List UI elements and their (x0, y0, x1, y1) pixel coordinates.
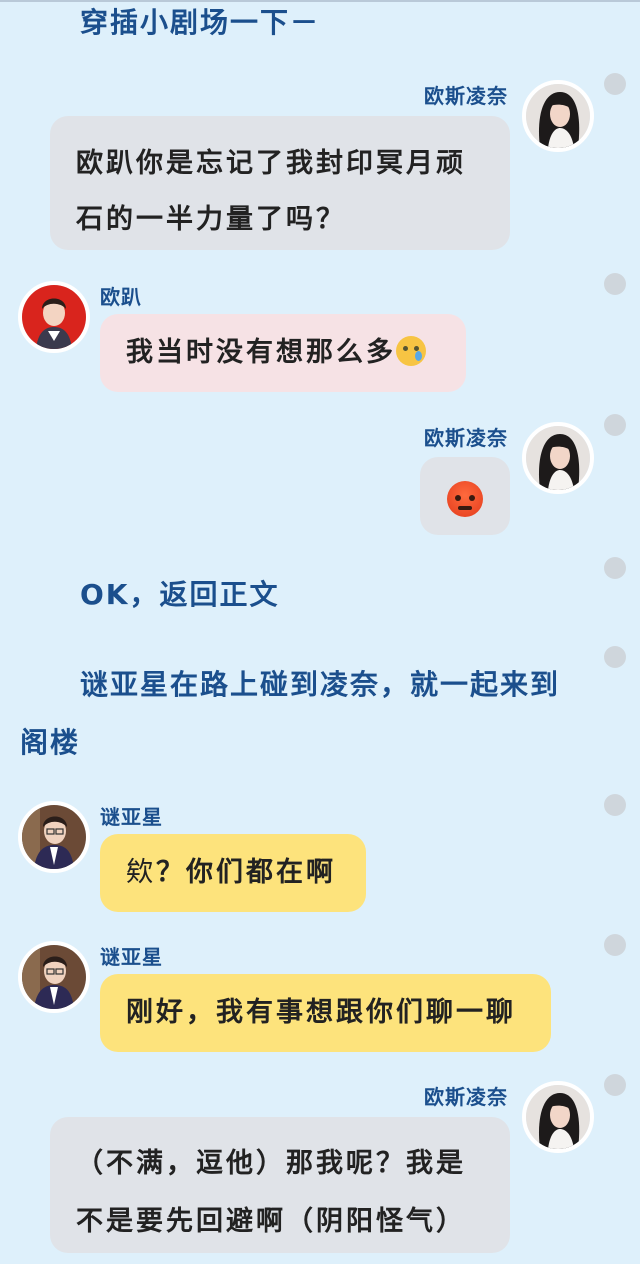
message-text-prefix: 欸 (126, 857, 156, 888)
avatar-lingnai[interactable] (522, 1081, 594, 1153)
message-text: 我当时没有想那么多 (126, 337, 396, 368)
boy-portrait-icon (22, 945, 86, 1009)
speaker-name: 欧斯凌奈 (424, 426, 508, 450)
side-dot (604, 1074, 626, 1096)
speaker-name: 欧斯凌奈 (424, 84, 508, 108)
side-dot (604, 273, 626, 295)
crying-face-icon (396, 336, 426, 366)
message-line: （不满，逗他）那我呢？我是 (76, 1148, 466, 1179)
side-dot (604, 794, 626, 816)
speaker-name: 谜亚星 (100, 945, 163, 969)
avatar-miyaxing[interactable] (18, 941, 90, 1013)
avatar-lingnai[interactable] (522, 422, 594, 494)
angry-face-icon (447, 481, 483, 517)
side-dot (604, 934, 626, 956)
speaker-name: 谜亚星 (100, 805, 163, 829)
message-line: 不是要先回避啊（阴阳怪气） (76, 1206, 466, 1237)
girl-portrait-icon (526, 1085, 590, 1149)
avatar-opa[interactable] (18, 281, 90, 353)
speaker-name: 欧斯凌奈 (424, 1085, 508, 1109)
message-line: 石的一半力量了吗？ (76, 204, 346, 235)
girl-portrait-icon (526, 84, 590, 148)
message-line: 欧趴你是忘记了我封印冥月顽 (76, 148, 466, 179)
side-dot (604, 73, 626, 95)
message-bubble (420, 457, 510, 535)
speaker-name: 欧趴 (100, 285, 142, 309)
avatar-miyaxing[interactable] (18, 801, 90, 873)
message-text: 刚好，我有事想跟你们聊一聊 (126, 997, 516, 1028)
narration-paragraph-line: 阁楼 (20, 726, 81, 759)
side-dot (604, 557, 626, 579)
side-dot (604, 646, 626, 668)
narration-interlude: 穿插小剧场一下－ (80, 6, 321, 39)
narration-back-to-text: OK，返回正文 (80, 578, 280, 611)
message-text: ？你们都在啊 (156, 857, 336, 888)
message-bubble: 欧趴你是忘记了我封印冥月顽 石的一半力量了吗？ (50, 116, 510, 250)
girl-portrait-icon (526, 426, 590, 490)
message-bubble: 我当时没有想那么多 (100, 314, 466, 392)
message-bubble: 欸？你们都在啊 (100, 834, 366, 912)
side-dot (604, 414, 626, 436)
message-bubble: （不满，逗他）那我呢？我是 不是要先回避啊（阴阳怪气） (50, 1117, 510, 1253)
narration-paragraph-line: 谜亚星在路上碰到凌奈，就一起来到 (80, 668, 561, 701)
avatar-lingnai[interactable] (522, 80, 594, 152)
message-bubble: 刚好，我有事想跟你们聊一聊 (100, 974, 551, 1052)
boy-portrait-icon (22, 805, 86, 869)
boy-portrait-icon (22, 285, 86, 349)
